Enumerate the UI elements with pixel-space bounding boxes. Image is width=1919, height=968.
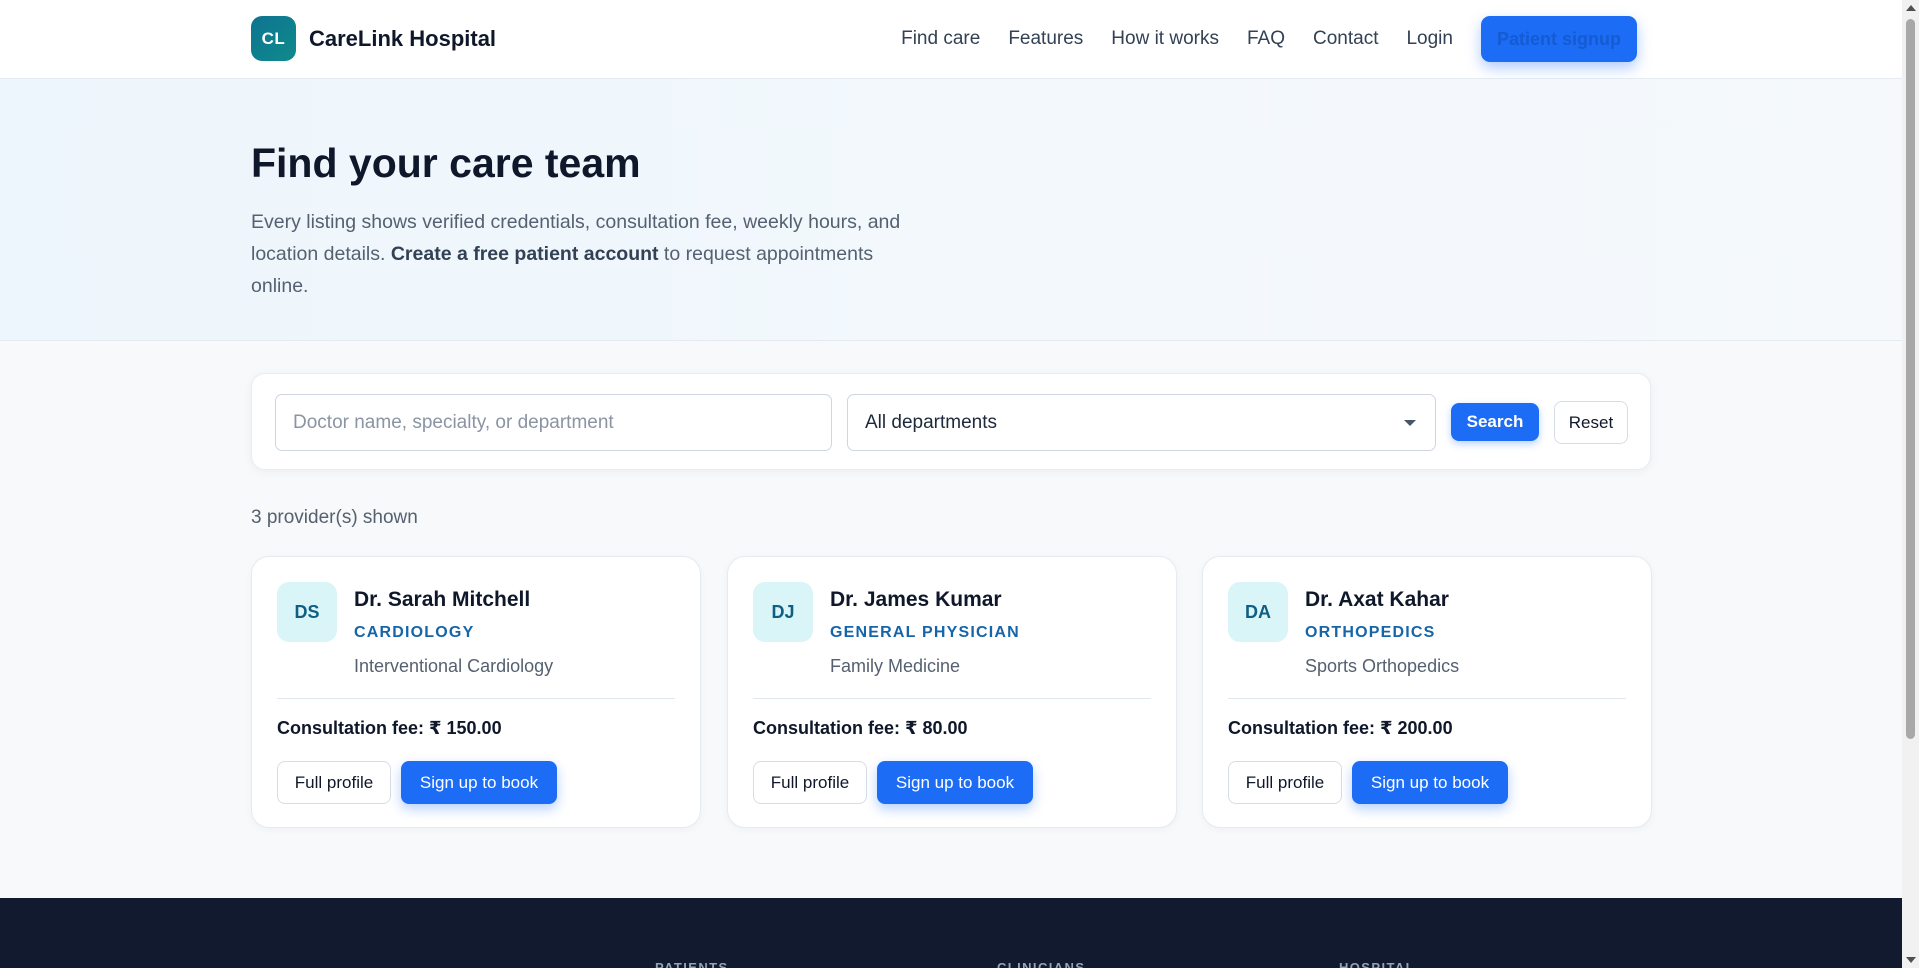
consultation-fee: Consultation fee: ₹ 200.00: [1228, 718, 1453, 738]
sign-up-to-book-button[interactable]: Sign up to book: [401, 761, 557, 804]
provider-department: GENERAL PHYSICIAN: [830, 624, 1020, 641]
patient-signup-button[interactable]: Patient signup: [1480, 16, 1637, 62]
results-count: 3 provider(s) shown: [251, 507, 418, 528]
site-footer: PATIENTS CLINICIANS HOSPITAL: [0, 898, 1902, 968]
full-profile-button[interactable]: Full profile: [753, 761, 867, 804]
provider-name: Dr. James Kumar: [830, 588, 1002, 611]
page: CL CareLink Hospital Find care Features …: [0, 0, 1902, 968]
divider: [1228, 698, 1626, 699]
provider-specialty: Family Medicine: [830, 656, 961, 676]
provider-card: DJ Dr. James Kumar GENERAL PHYSICIAN Fam…: [727, 556, 1177, 828]
sign-up-to-book-button[interactable]: Sign up to book: [877, 761, 1033, 804]
scroll-down-arrow-icon[interactable]: [1906, 957, 1916, 963]
provider-card: DS Dr. Sarah Mitchell CARDIOLOGY Interve…: [251, 556, 701, 828]
provider-department: CARDIOLOGY: [354, 624, 475, 641]
provider-specialty: Interventional Cardiology: [354, 656, 554, 676]
footer-heading-clinicians: CLINICIANS: [997, 960, 1086, 968]
brand-name: CareLink Hospital: [309, 25, 497, 51]
scrollbar-thumb[interactable]: [1906, 19, 1915, 739]
nav-how-it-works[interactable]: How it works: [1111, 28, 1219, 50]
logo-badge: CL: [251, 16, 296, 61]
divider: [277, 698, 675, 699]
search-input[interactable]: [275, 394, 832, 451]
department-select[interactable]: All departments: [847, 394, 1436, 451]
brand[interactable]: CL CareLink Hospital: [251, 16, 496, 61]
full-profile-button[interactable]: Full profile: [277, 761, 391, 804]
sign-up-to-book-button[interactable]: Sign up to book: [1352, 761, 1508, 804]
full-profile-button[interactable]: Full profile: [1228, 761, 1342, 804]
chevron-down-icon: [1404, 419, 1416, 426]
hero-desc-bold: Create a free patient account: [390, 243, 659, 265]
nav-contact[interactable]: Contact: [1313, 28, 1378, 50]
hero: Find your care team Every listing shows …: [0, 79, 1902, 341]
reset-button[interactable]: Reset: [1554, 401, 1628, 444]
scroll-up-arrow-icon[interactable]: [1906, 5, 1916, 11]
provider-specialty: Sports Orthopedics: [1305, 656, 1460, 676]
search-button[interactable]: Search: [1451, 403, 1539, 441]
avatar: DS: [277, 582, 337, 642]
avatar: DJ: [753, 582, 813, 642]
provider-department: ORTHOPEDICS: [1305, 624, 1436, 641]
consultation-fee: Consultation fee: ₹ 80.00: [753, 718, 968, 738]
divider: [753, 698, 1151, 699]
nav-find-care[interactable]: Find care: [901, 28, 980, 50]
consultation-fee: Consultation fee: ₹ 150.00: [277, 718, 502, 738]
avatar: DA: [1228, 582, 1288, 642]
page-title: Find your care team: [251, 140, 641, 186]
nav-faq[interactable]: FAQ: [1247, 28, 1285, 50]
hero-description: Every listing shows verified credentials…: [251, 206, 921, 302]
search-panel: All departments Search Reset: [251, 373, 1651, 470]
footer-heading-patients: PATIENTS: [655, 960, 729, 968]
main-nav: Find care Features How it works FAQ Cont…: [901, 16, 1637, 62]
vertical-scrollbar[interactable]: [1902, 0, 1919, 968]
footer-heading-hospital: HOSPITAL: [1339, 960, 1415, 968]
provider-name: Dr. Sarah Mitchell: [354, 588, 531, 611]
nav-features[interactable]: Features: [1008, 28, 1083, 50]
provider-card: DA Dr. Axat Kahar ORTHOPEDICS Sports Ort…: [1202, 556, 1652, 828]
provider-name: Dr. Axat Kahar: [1305, 588, 1449, 611]
site-header: CL CareLink Hospital Find care Features …: [0, 0, 1902, 79]
nav-login[interactable]: Login: [1406, 28, 1453, 50]
department-select-value: All departments: [865, 411, 998, 433]
